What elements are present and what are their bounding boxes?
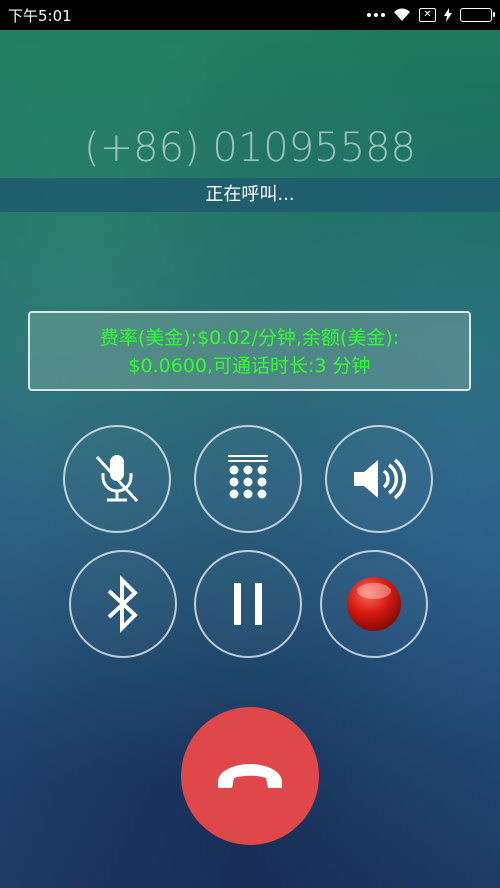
phone-number: (+86) 01095588 <box>84 125 416 171</box>
rate-line-2: $0.0600,可通话时长:3 分钟 <box>128 355 371 377</box>
rate-info-box: 费率(美金):$0.02/分钟,余额(美金): $0.0600,可通话时长:3 … <box>28 311 471 391</box>
charging-bolt-icon <box>444 8 452 22</box>
call-status: 正在呼叫... <box>0 178 500 212</box>
more-dots-icon <box>367 13 385 17</box>
mic-muted-icon <box>95 455 139 503</box>
sim-off-icon: ✕ <box>419 8 436 22</box>
dialpad-icon <box>228 455 268 499</box>
wifi-icon <box>394 8 410 21</box>
battery-icon <box>460 8 495 22</box>
dialpad-button[interactable] <box>194 425 302 533</box>
status-time: 下午5:01 <box>8 6 72 25</box>
status-bar: 下午5:01 ✕ <box>0 0 500 30</box>
bluetooth-icon <box>107 575 138 633</box>
hold-button[interactable] <box>194 550 302 658</box>
rate-line-1: 费率(美金):$0.02/分钟,余额(美金): <box>99 327 400 349</box>
speaker-icon <box>354 458 406 500</box>
bluetooth-button[interactable] <box>69 550 177 658</box>
pause-icon <box>234 583 262 625</box>
hang-up-button[interactable] <box>181 707 319 845</box>
record-button[interactable] <box>320 550 428 658</box>
hang-up-icon <box>218 764 282 788</box>
record-icon <box>347 577 401 631</box>
mute-button[interactable] <box>63 425 171 533</box>
status-icons: ✕ <box>367 8 495 22</box>
speaker-button[interactable] <box>325 425 433 533</box>
